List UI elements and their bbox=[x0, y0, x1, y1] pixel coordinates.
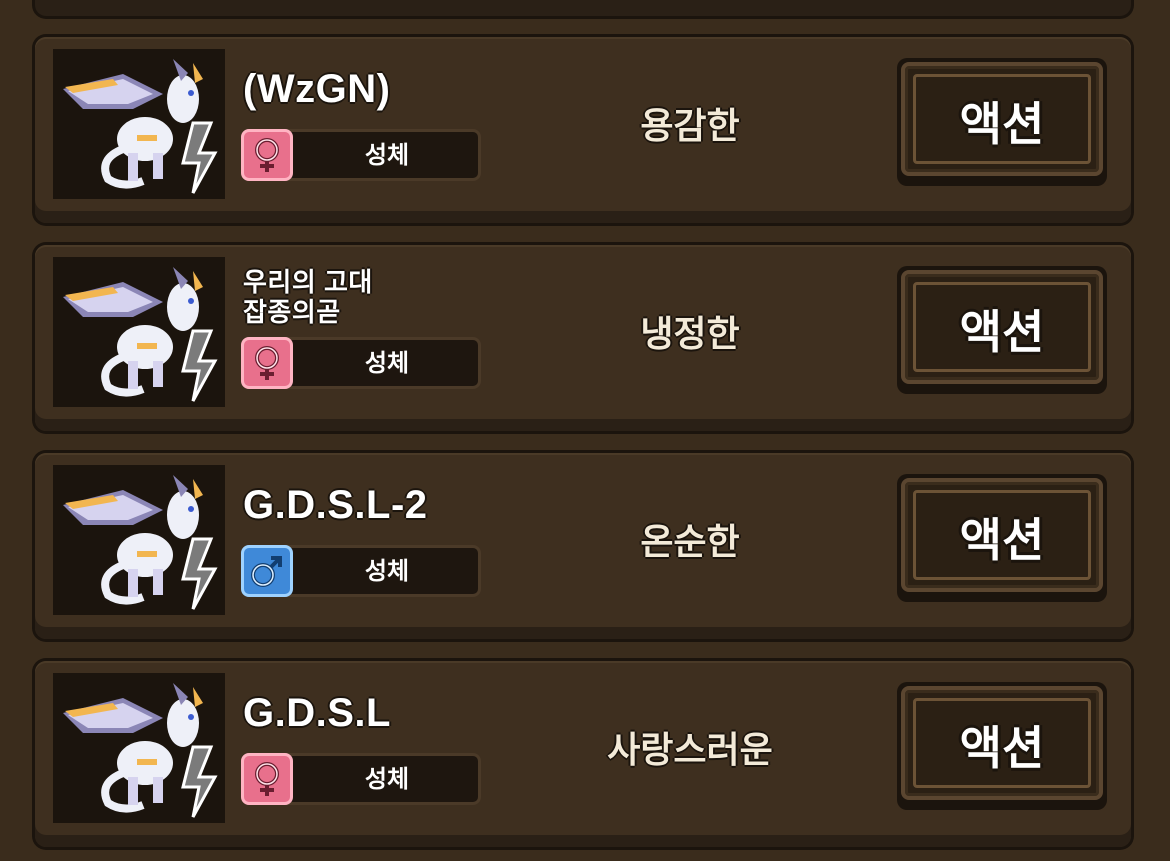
action-button-label: 액션 bbox=[959, 305, 1045, 359]
personality-label: 온순한 bbox=[640, 522, 740, 563]
personality-label: 냉정한 bbox=[640, 314, 740, 355]
stage-label: 성체 bbox=[364, 765, 410, 793]
dragon-name: G.D.S.L-2 bbox=[243, 483, 428, 527]
action-button[interactable]: 액션 bbox=[897, 266, 1107, 394]
dragon-card: 우리의 고대 잡종의곧 성체 냉정한 액션 bbox=[32, 242, 1134, 434]
personality-label: 용감한 bbox=[640, 106, 740, 147]
male-icon bbox=[241, 545, 293, 597]
stage-badge: 성체 bbox=[241, 753, 481, 805]
dragon-list: (WzGN) 성체 용감한 액션 우리의 고대 잡종의곧 성체 냉정한 액션 G… bbox=[0, 0, 1170, 861]
lightning-element-icon bbox=[181, 537, 218, 610]
female-icon bbox=[241, 129, 293, 181]
stage-label: 성체 bbox=[364, 141, 410, 169]
dragon-card: (WzGN) 성체 용감한 액션 bbox=[32, 34, 1134, 226]
stage-badge: 성체 bbox=[241, 337, 481, 389]
dragon-portrait bbox=[53, 673, 225, 823]
dragon-name: (WzGN) bbox=[243, 67, 391, 111]
previous-card-edge bbox=[32, 0, 1134, 19]
stage-label: 성체 bbox=[364, 349, 410, 377]
stage-badge: 성체 bbox=[241, 129, 481, 181]
dragon-name: 우리의 고대 잡종의곧 bbox=[243, 267, 373, 327]
stage-badge: 성체 bbox=[241, 545, 481, 597]
lightning-element-icon bbox=[181, 329, 218, 402]
dragon-name-line-1: 우리의 고대 bbox=[243, 267, 373, 297]
personality-label: 사랑스러운 bbox=[607, 730, 773, 771]
dragon-portrait bbox=[53, 49, 225, 199]
dragon-name: G.D.S.L bbox=[243, 691, 391, 735]
female-icon bbox=[241, 337, 293, 389]
action-button-label: 액션 bbox=[959, 97, 1045, 151]
action-button-label: 액션 bbox=[959, 513, 1045, 567]
lightning-element-icon bbox=[181, 745, 218, 818]
action-button[interactable]: 액션 bbox=[897, 474, 1107, 602]
stage-label: 성체 bbox=[364, 557, 410, 585]
dragon-portrait bbox=[53, 257, 225, 407]
action-button-label: 액션 bbox=[959, 721, 1045, 775]
dragon-name-line-2: 잡종의곧 bbox=[243, 297, 341, 327]
action-button[interactable]: 액션 bbox=[897, 682, 1107, 810]
lightning-element-icon bbox=[181, 121, 218, 194]
action-button[interactable]: 액션 bbox=[897, 58, 1107, 186]
dragon-card: G.D.S.L 성체 사랑스러운 액션 bbox=[32, 658, 1134, 850]
dragon-card: G.D.S.L-2 성체 온순한 액션 bbox=[32, 450, 1134, 642]
dragon-portrait bbox=[53, 465, 225, 615]
female-icon bbox=[241, 753, 293, 805]
